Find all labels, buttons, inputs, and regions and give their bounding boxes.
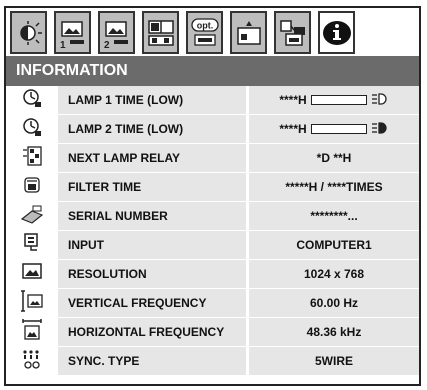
- tab-network[interactable]: [274, 11, 311, 54]
- row-label: LAMP 1 TIME (LOW): [58, 86, 246, 114]
- row-label: SERIAL NUMBER: [58, 202, 246, 230]
- lamp-level-bar: [310, 124, 367, 134]
- network-icon: [278, 18, 308, 48]
- row-label: LAMP 2 TIME (LOW): [58, 115, 246, 143]
- info-row-sync-type: SYNC. TYPE 5WIRE: [6, 347, 419, 376]
- info-row-resolution: RESOLUTION 1024 x 768: [6, 260, 419, 289]
- info-icon: [321, 17, 353, 49]
- lamp-filled-icon: [371, 121, 389, 138]
- lamp-time-icon: [21, 116, 43, 143]
- row-value: ****H: [279, 93, 307, 107]
- tab-picture-2[interactable]: 2: [98, 11, 135, 54]
- resolution-icon: [21, 261, 43, 288]
- row-value: 1024 x 768: [249, 260, 419, 288]
- info-row-horizontal-frequency: HORIZONTAL FREQUENCY 48.36 kHz: [6, 318, 419, 347]
- input-icon: [21, 232, 43, 259]
- tab-options[interactable]: opt.: [186, 11, 223, 54]
- row-label: RESOLUTION: [58, 260, 246, 288]
- tab-installation[interactable]: [230, 11, 267, 54]
- info-row-lamp-1-time: LAMP 1 TIME (LOW) ****H: [6, 86, 419, 115]
- row-label: SYNC. TYPE: [58, 347, 246, 375]
- sync-type-icon: [21, 348, 43, 375]
- row-value: 60.00 Hz: [249, 289, 419, 317]
- tab-image-adjust[interactable]: [10, 11, 47, 54]
- lamp-level-bar: [310, 95, 367, 105]
- installation-icon: [234, 18, 264, 48]
- row-value: *****H / ****TIMES: [249, 173, 419, 201]
- row-label: INPUT: [58, 231, 246, 259]
- tab-information[interactable]: [318, 11, 355, 54]
- screen-layout-icon: [146, 18, 176, 48]
- page-title: INFORMATION: [4, 56, 421, 86]
- info-row-lamp-2-time: LAMP 2 TIME (LOW) ****H: [6, 115, 419, 144]
- tab-number: 1: [60, 40, 66, 51]
- row-value: ****H: [279, 122, 307, 136]
- row-label: NEXT LAMP RELAY: [58, 144, 246, 172]
- tab-number: 2: [104, 40, 110, 51]
- row-value: 5WIRE: [249, 347, 419, 375]
- horizontal-frequency-icon: [20, 318, 44, 347]
- info-row-serial-number: SERIAL NUMBER ********...: [6, 202, 419, 231]
- row-value: *D **H: [249, 144, 419, 172]
- row-value: ********...: [249, 202, 419, 230]
- options-icon: opt.: [189, 17, 221, 49]
- row-label: VERTICAL FREQUENCY: [58, 289, 246, 317]
- options-label: opt.: [196, 20, 213, 30]
- menu-tab-bar: 1 2 opt.: [4, 6, 421, 56]
- lamp-relay-icon: [21, 145, 43, 172]
- vertical-frequency-icon: [20, 289, 44, 318]
- lamp-time-icon: [21, 87, 43, 114]
- row-value: COMPUTER1: [249, 231, 419, 259]
- row-label: FILTER TIME: [58, 173, 246, 201]
- row-value: 48.36 kHz: [249, 318, 419, 346]
- tab-picture-1[interactable]: 1: [54, 11, 91, 54]
- info-row-next-lamp-relay: NEXT LAMP RELAY *D **H: [6, 144, 419, 173]
- info-row-input: INPUT COMPUTER1: [6, 231, 419, 260]
- info-row-vertical-frequency: VERTICAL FREQUENCY 60.00 Hz: [6, 289, 419, 318]
- lamp-outline-icon: [371, 92, 389, 109]
- tab-screen-layout[interactable]: [142, 11, 179, 54]
- image-adjust-icon: [14, 18, 44, 48]
- information-list: LAMP 1 TIME (LOW) ****H LAMP 2 TIME (LOW…: [4, 86, 421, 386]
- row-label: HORIZONTAL FREQUENCY: [58, 318, 246, 346]
- serial-number-icon: [20, 203, 44, 230]
- filter-icon: [21, 174, 43, 201]
- info-row-filter-time: FILTER TIME *****H / ****TIMES: [6, 173, 419, 202]
